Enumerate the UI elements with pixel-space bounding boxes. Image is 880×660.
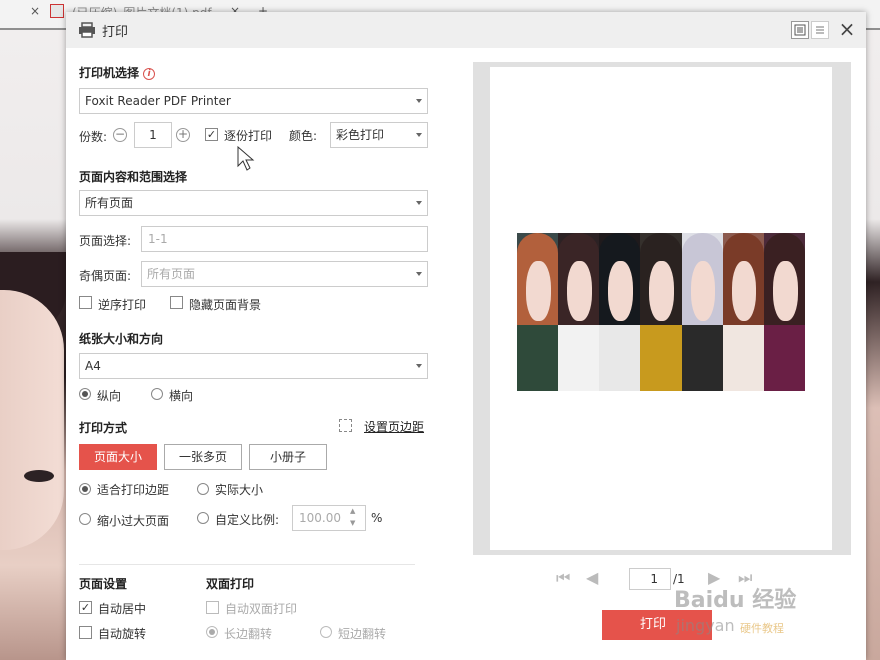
background-photo-right (866, 30, 880, 660)
watermark-sub: jingyan (676, 616, 735, 635)
auto-center-checkbox[interactable]: ✓ (79, 601, 92, 614)
page-content-select[interactable]: 所有页面 (79, 190, 428, 216)
copies-input[interactable]: 1 (134, 122, 172, 148)
chevron-down-icon (416, 201, 422, 205)
collate-label: 逐份打印 (224, 129, 273, 143)
tab-close-icon[interactable]: × (30, 4, 40, 18)
short-edge-radio[interactable] (320, 626, 332, 638)
list-view-icon[interactable] (811, 21, 829, 39)
reverse-print-label: 逆序打印 (98, 298, 147, 312)
divider (79, 564, 415, 565)
print-dialog: 打印 × 打印机选择 i Foxit Reader PDF Printer 份数:… (66, 12, 866, 660)
fit-margin-radio[interactable] (79, 483, 91, 495)
portrait-label: 纵向 (97, 389, 122, 403)
actual-size-label: 实际大小 (215, 483, 264, 497)
chevron-down-icon (416, 99, 422, 103)
custom-scale-radio[interactable] (197, 512, 209, 524)
margin-icon (339, 419, 352, 432)
copies-plus-button[interactable]: + (176, 128, 190, 142)
mode-page-size-button[interactable]: 页面大小 (79, 444, 157, 470)
dialog-title: 打印 (102, 24, 129, 40)
short-edge-label: 短边翻转 (338, 627, 387, 641)
hide-background-checkbox[interactable] (170, 296, 183, 309)
print-preview (473, 62, 851, 555)
scale-up-icon[interactable]: ▲ (350, 507, 355, 515)
auto-duplex-checkbox[interactable] (206, 601, 219, 614)
odd-even-label: 奇偶页面: (79, 269, 132, 283)
long-edge-radio[interactable] (206, 626, 218, 638)
range-section-title: 页面内容和范围选择 (79, 170, 188, 184)
printer-section-title: 打印机选择 i (79, 64, 156, 81)
duplex-section-title: 双面打印 (206, 577, 255, 591)
collate-checkbox[interactable]: ✓ (205, 128, 218, 141)
reverse-print-checkbox[interactable] (79, 296, 92, 309)
background-photo-left (0, 30, 66, 660)
color-label: 颜色: (289, 129, 318, 143)
chevron-down-icon (416, 133, 422, 137)
page-select-input[interactable]: 1-1 (141, 226, 428, 252)
color-select[interactable]: 彩色打印 (330, 122, 428, 148)
previous-page-icon[interactable]: ◀ (586, 570, 606, 586)
shrink-radio[interactable] (79, 513, 91, 525)
printer-icon (78, 22, 96, 38)
mouse-cursor-icon (237, 146, 255, 171)
copies-label: 份数: (79, 130, 108, 144)
print-mode-section-title: 打印方式 (79, 421, 128, 435)
preview-image (517, 233, 805, 391)
mode-multi-page-button[interactable]: 一张多页 (164, 444, 242, 470)
set-margin-link[interactable]: 设置页边距 (364, 418, 424, 435)
paper-size-value: A4 (85, 359, 101, 373)
watermark-badge: 硬件教程 (740, 622, 784, 635)
page-setup-section-title: 页面设置 (79, 577, 128, 591)
page-content-value: 所有页面 (85, 196, 134, 210)
copies-minus-button[interactable]: − (113, 128, 127, 142)
baidu-watermark: Baidu 经验 jingyan 硬件教程 (610, 572, 810, 652)
percent-label: % (371, 511, 383, 525)
shrink-label: 缩小过大页面 (97, 514, 170, 528)
info-icon[interactable]: i (143, 67, 156, 80)
single-view-icon[interactable] (791, 21, 809, 39)
landscape-radio[interactable] (151, 388, 163, 400)
watermark-main: Baidu 经验 (674, 588, 797, 613)
odd-even-value: 所有页面 (147, 267, 196, 281)
chevron-down-icon (416, 364, 422, 368)
dialog-titlebar: 打印 × (66, 12, 866, 48)
fit-margin-label: 适合打印边距 (97, 483, 170, 497)
printer-select-value: Foxit Reader PDF Printer (85, 94, 231, 108)
custom-scale-label: 自定义比例: (215, 513, 280, 527)
scale-down-icon[interactable]: ▼ (350, 519, 355, 527)
landscape-label: 横向 (169, 389, 194, 403)
long-edge-label: 长边翻转 (224, 627, 273, 641)
auto-rotate-checkbox[interactable] (79, 626, 92, 639)
portrait-radio[interactable] (79, 388, 91, 400)
auto-center-label: 自动居中 (98, 602, 147, 616)
page-select-label: 页面选择: (79, 234, 132, 248)
paper-size-select[interactable]: A4 (79, 353, 428, 379)
auto-duplex-label: 自动双面打印 (225, 602, 298, 616)
preview-page (490, 67, 832, 550)
hide-background-label: 隐藏页面背景 (189, 298, 262, 312)
first-page-icon[interactable]: ⏮ (556, 570, 576, 586)
mode-booklet-button[interactable]: 小册子 (249, 444, 327, 470)
close-icon[interactable]: × (836, 18, 858, 40)
printer-section-label: 打印机选择 (79, 66, 140, 80)
color-select-value: 彩色打印 (336, 128, 385, 142)
actual-size-radio[interactable] (197, 483, 209, 495)
chevron-down-icon (416, 272, 422, 276)
printer-select[interactable]: Foxit Reader PDF Printer (79, 88, 428, 114)
auto-rotate-label: 自动旋转 (98, 627, 147, 641)
odd-even-select[interactable]: 所有页面 (141, 261, 428, 287)
paper-section-title: 纸张大小和方向 (79, 332, 164, 346)
pdf-file-icon (50, 4, 64, 18)
